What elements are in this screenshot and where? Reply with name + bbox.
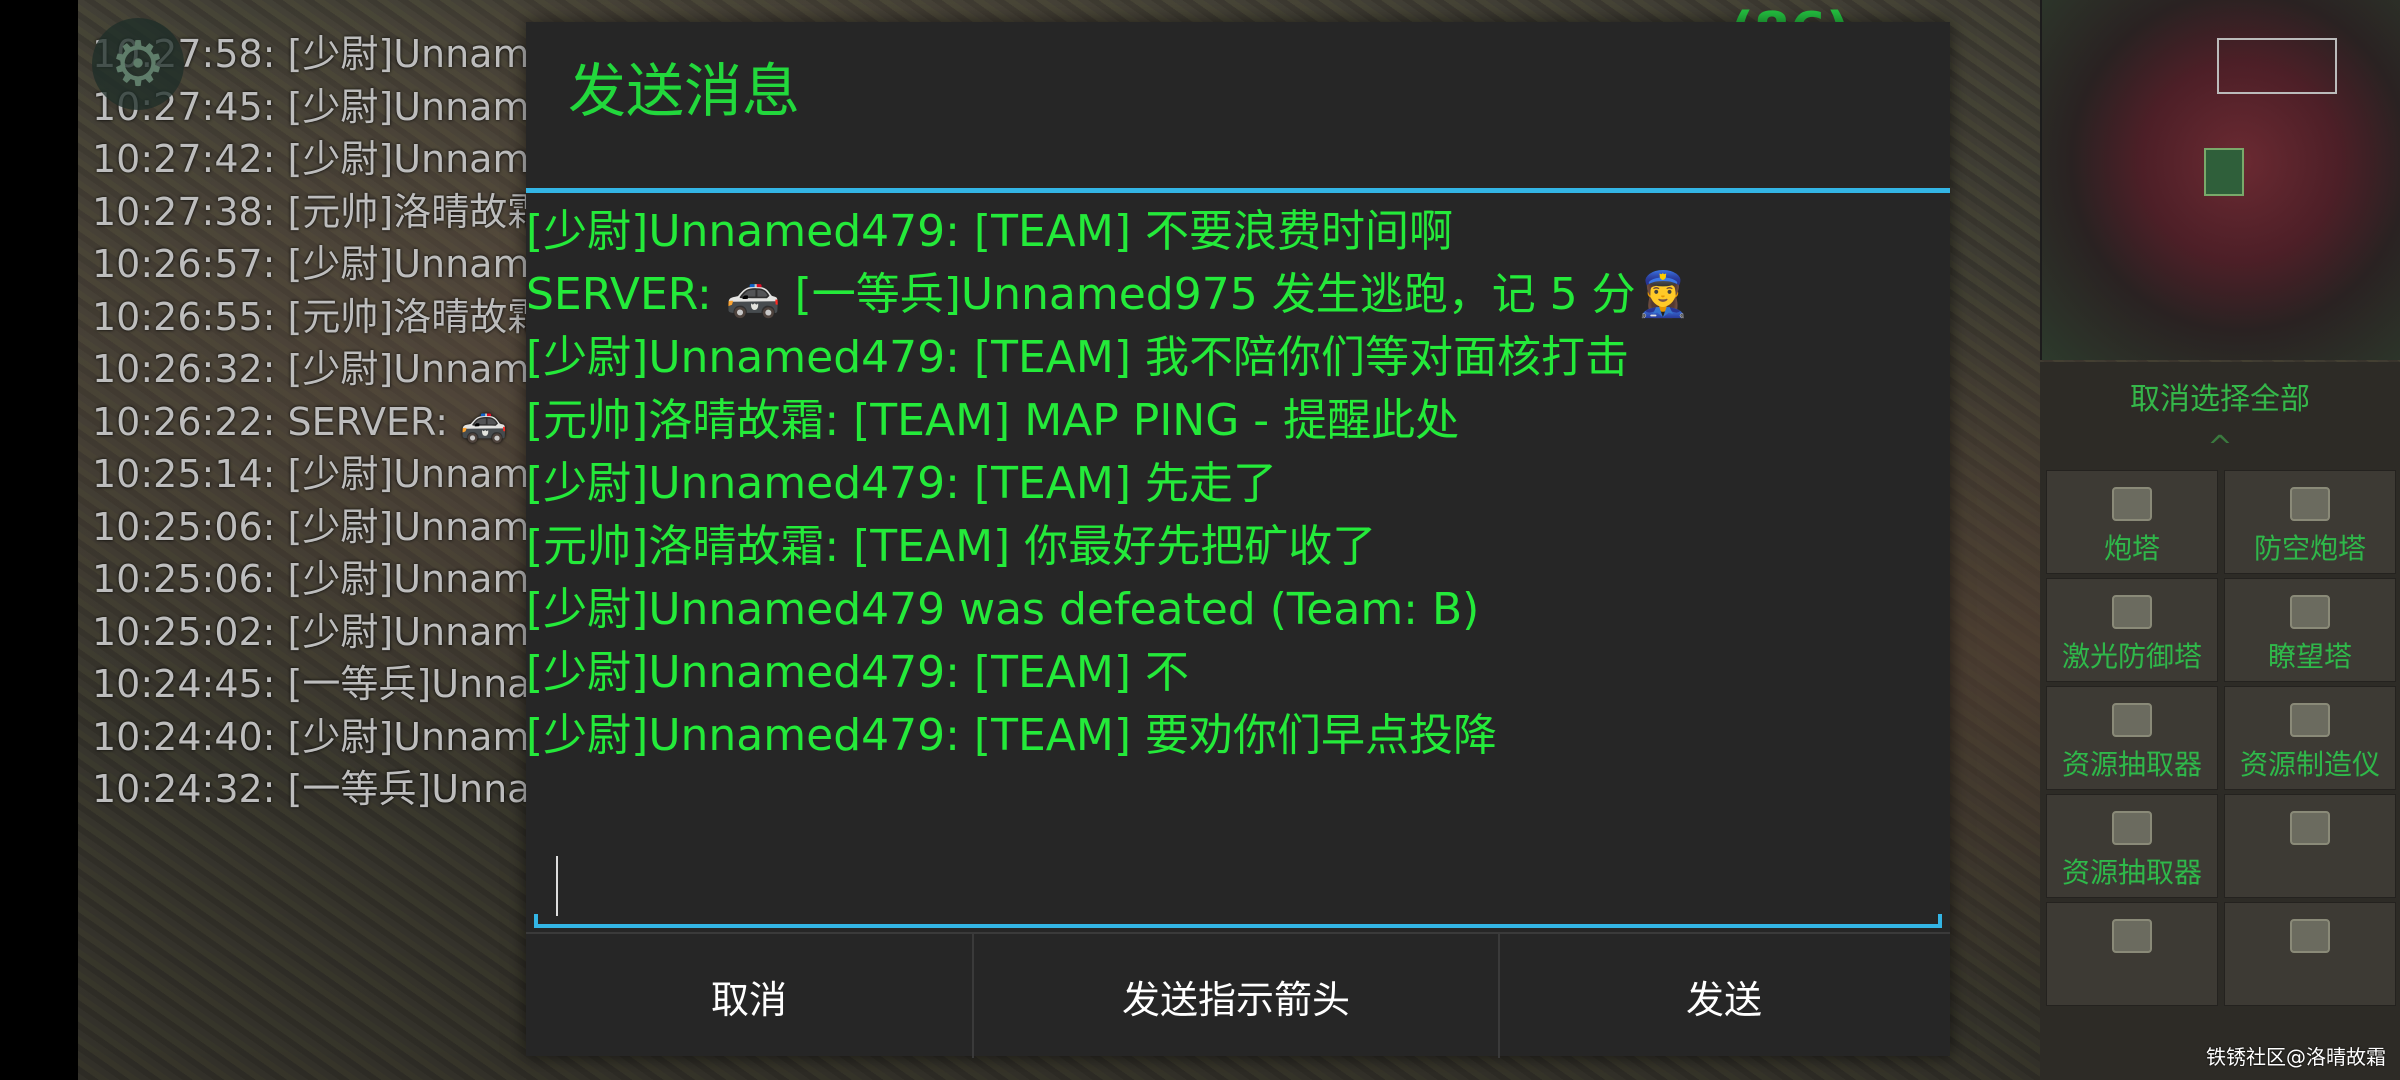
- message-line: [元帅]洛晴故霜: [TEAM] MAP PING - 提醒此处: [526, 395, 1460, 446]
- message-line: SERVER: 🚓 [一等兵]Unnamed975 发生逃跑，记 5 分👮‍♀️: [526, 269, 1691, 320]
- chat-log-line: 10:24:45: [一等兵]Unnamed975: [92, 662, 532, 706]
- message-line: [少尉]Unnamed479: [TEAM] 先走了: [526, 458, 1277, 509]
- panel-collapse-arrow[interactable]: ^: [2040, 428, 2400, 468]
- send-button[interactable]: 发送: [1500, 934, 1948, 1058]
- build-item-locked[interactable]: [2046, 902, 2218, 1006]
- build-item-label: 激光防御塔: [2061, 640, 2202, 673]
- aa-turret-icon: [2290, 487, 2330, 521]
- minimap-unit-marker: [2204, 148, 2244, 196]
- chat-log-line: 10:26:32: [少尉]Unnamed479: [92, 347, 532, 391]
- input-underline-tick: [1938, 914, 1942, 928]
- message-line: [少尉]Unnamed479 was defeated (Team: B): [526, 584, 1480, 635]
- gear-icon: ⚙: [110, 27, 166, 100]
- defense-icon: [2112, 919, 2152, 953]
- message-input[interactable]: [534, 832, 1942, 922]
- chat-log: 10:27:58: [少尉]Unnamed479 10:27:45: [少尉]U…: [92, 28, 532, 816]
- chat-log-line: 10:25:14: [少尉]Unnamed479: [92, 452, 532, 496]
- extractor-icon: [2112, 703, 2152, 737]
- extractor-icon: [2112, 811, 2152, 845]
- chat-log-line: 10:25:06: [少尉]Unnamed479: [92, 504, 532, 549]
- build-item-label: 瞭望塔: [2267, 640, 2352, 673]
- watchtower-icon: [2290, 595, 2330, 629]
- build-item-fabricator[interactable]: 资源制造仪: [2224, 686, 2396, 790]
- dialog-button-bar: 取消 发送指示箭头 发送: [526, 932, 1950, 1058]
- chat-log-line: 10:25:02: [少尉]Unnamed479: [92, 609, 532, 654]
- build-item-label: 资源抽取器: [2061, 748, 2202, 781]
- fabricator-icon: [2290, 703, 2330, 737]
- message-history[interactable]: [少尉]Unnamed479: [TEAM] 不要浪费时间啊 SERVER: 🚓…: [526, 200, 1950, 780]
- deselect-all-button[interactable]: 取消选择全部: [2040, 370, 2400, 430]
- message-input-wrapper: [534, 832, 1942, 928]
- build-item-locked[interactable]: [2224, 794, 2396, 898]
- chat-log-line: 10:24:40: [少尉]Unnamed479: [92, 714, 532, 759]
- send-arrow-button[interactable]: 发送指示箭头: [974, 934, 1500, 1058]
- build-item-label: 资源抽取器: [2061, 856, 2202, 889]
- shield-icon: [2290, 919, 2330, 953]
- input-underline-tick: [534, 914, 538, 928]
- watermark: 铁锈社区@洛晴故霜: [2206, 1045, 2386, 1069]
- build-item-aa-turret[interactable]: 防空炮塔: [2224, 470, 2396, 574]
- settings-button[interactable]: ⚙: [92, 18, 184, 110]
- send-message-dialog: 发送消息 [少尉]Unnamed479: [TEAM] 不要浪费时间啊 SERV…: [526, 22, 1950, 1058]
- mech-factory-icon: [2290, 811, 2330, 845]
- title-divider: [526, 188, 1950, 193]
- chat-log-line: 10:24:32: [一等兵]Unnamed975: [92, 767, 532, 811]
- build-item-watchtower[interactable]: 瞭望塔: [2224, 578, 2396, 682]
- message-line: [少尉]Unnamed479: [TEAM] 不要浪费时间啊: [526, 206, 1453, 257]
- laser-tower-icon: [2112, 595, 2152, 629]
- build-item-extractor[interactable]: 资源抽取器: [2046, 686, 2218, 790]
- build-side-panel: 取消选择全部 ^ 炮塔 防空炮塔 激光防御塔 瞭望塔 资源抽取器 资源制造仪 资…: [2040, 362, 2400, 1080]
- minimap-viewport[interactable]: [2217, 38, 2337, 94]
- turret-icon: [2112, 487, 2152, 521]
- build-item-extractor-2[interactable]: 资源抽取器: [2046, 794, 2218, 898]
- input-underline: [534, 924, 1942, 928]
- chat-log-line: 10:26:55: [元帅]洛晴故霜: [92, 294, 532, 339]
- build-item-locked[interactable]: [2224, 902, 2396, 1006]
- message-line: [少尉]Unnamed479: [TEAM] 不: [526, 647, 1189, 698]
- message-line: [少尉]Unnamed479: [TEAM] 要劝你们早点投降: [526, 710, 1497, 761]
- cancel-button[interactable]: 取消: [526, 934, 974, 1058]
- message-line: [少尉]Unnamed479: [TEAM] 我不陪你们等对面核打击: [526, 332, 1629, 383]
- build-item-label: 资源制造仪: [2239, 748, 2380, 781]
- build-item-label: 炮塔: [2103, 532, 2160, 565]
- chat-log-line: 10:25:06: [少尉]Unnamed479: [92, 557, 532, 601]
- dialog-title: 发送消息: [568, 57, 801, 125]
- build-grid: 炮塔 防空炮塔 激光防御塔 瞭望塔 资源抽取器 资源制造仪 资源抽取器: [2046, 470, 2400, 1006]
- chat-log-line: 10:27:42: [少尉]Unnamed479: [92, 137, 532, 181]
- build-item-turret[interactable]: 炮塔: [2046, 470, 2218, 574]
- text-caret: [556, 856, 558, 916]
- chat-log-line: 10:26:22: SERVER: 🚓: [92, 399, 508, 444]
- chat-log-line: 10:27:38: [元帅]洛晴故霜: [92, 189, 532, 234]
- chat-log-line: 10:26:57: [少尉]Unnamed479: [92, 242, 532, 286]
- minimap[interactable]: [2040, 0, 2400, 360]
- build-item-label: 防空炮塔: [2253, 532, 2366, 565]
- message-line: [元帅]洛晴故霜: [TEAM] 你最好先把矿收了: [526, 521, 1377, 572]
- build-item-laser-defense[interactable]: 激光防御塔: [2046, 578, 2218, 682]
